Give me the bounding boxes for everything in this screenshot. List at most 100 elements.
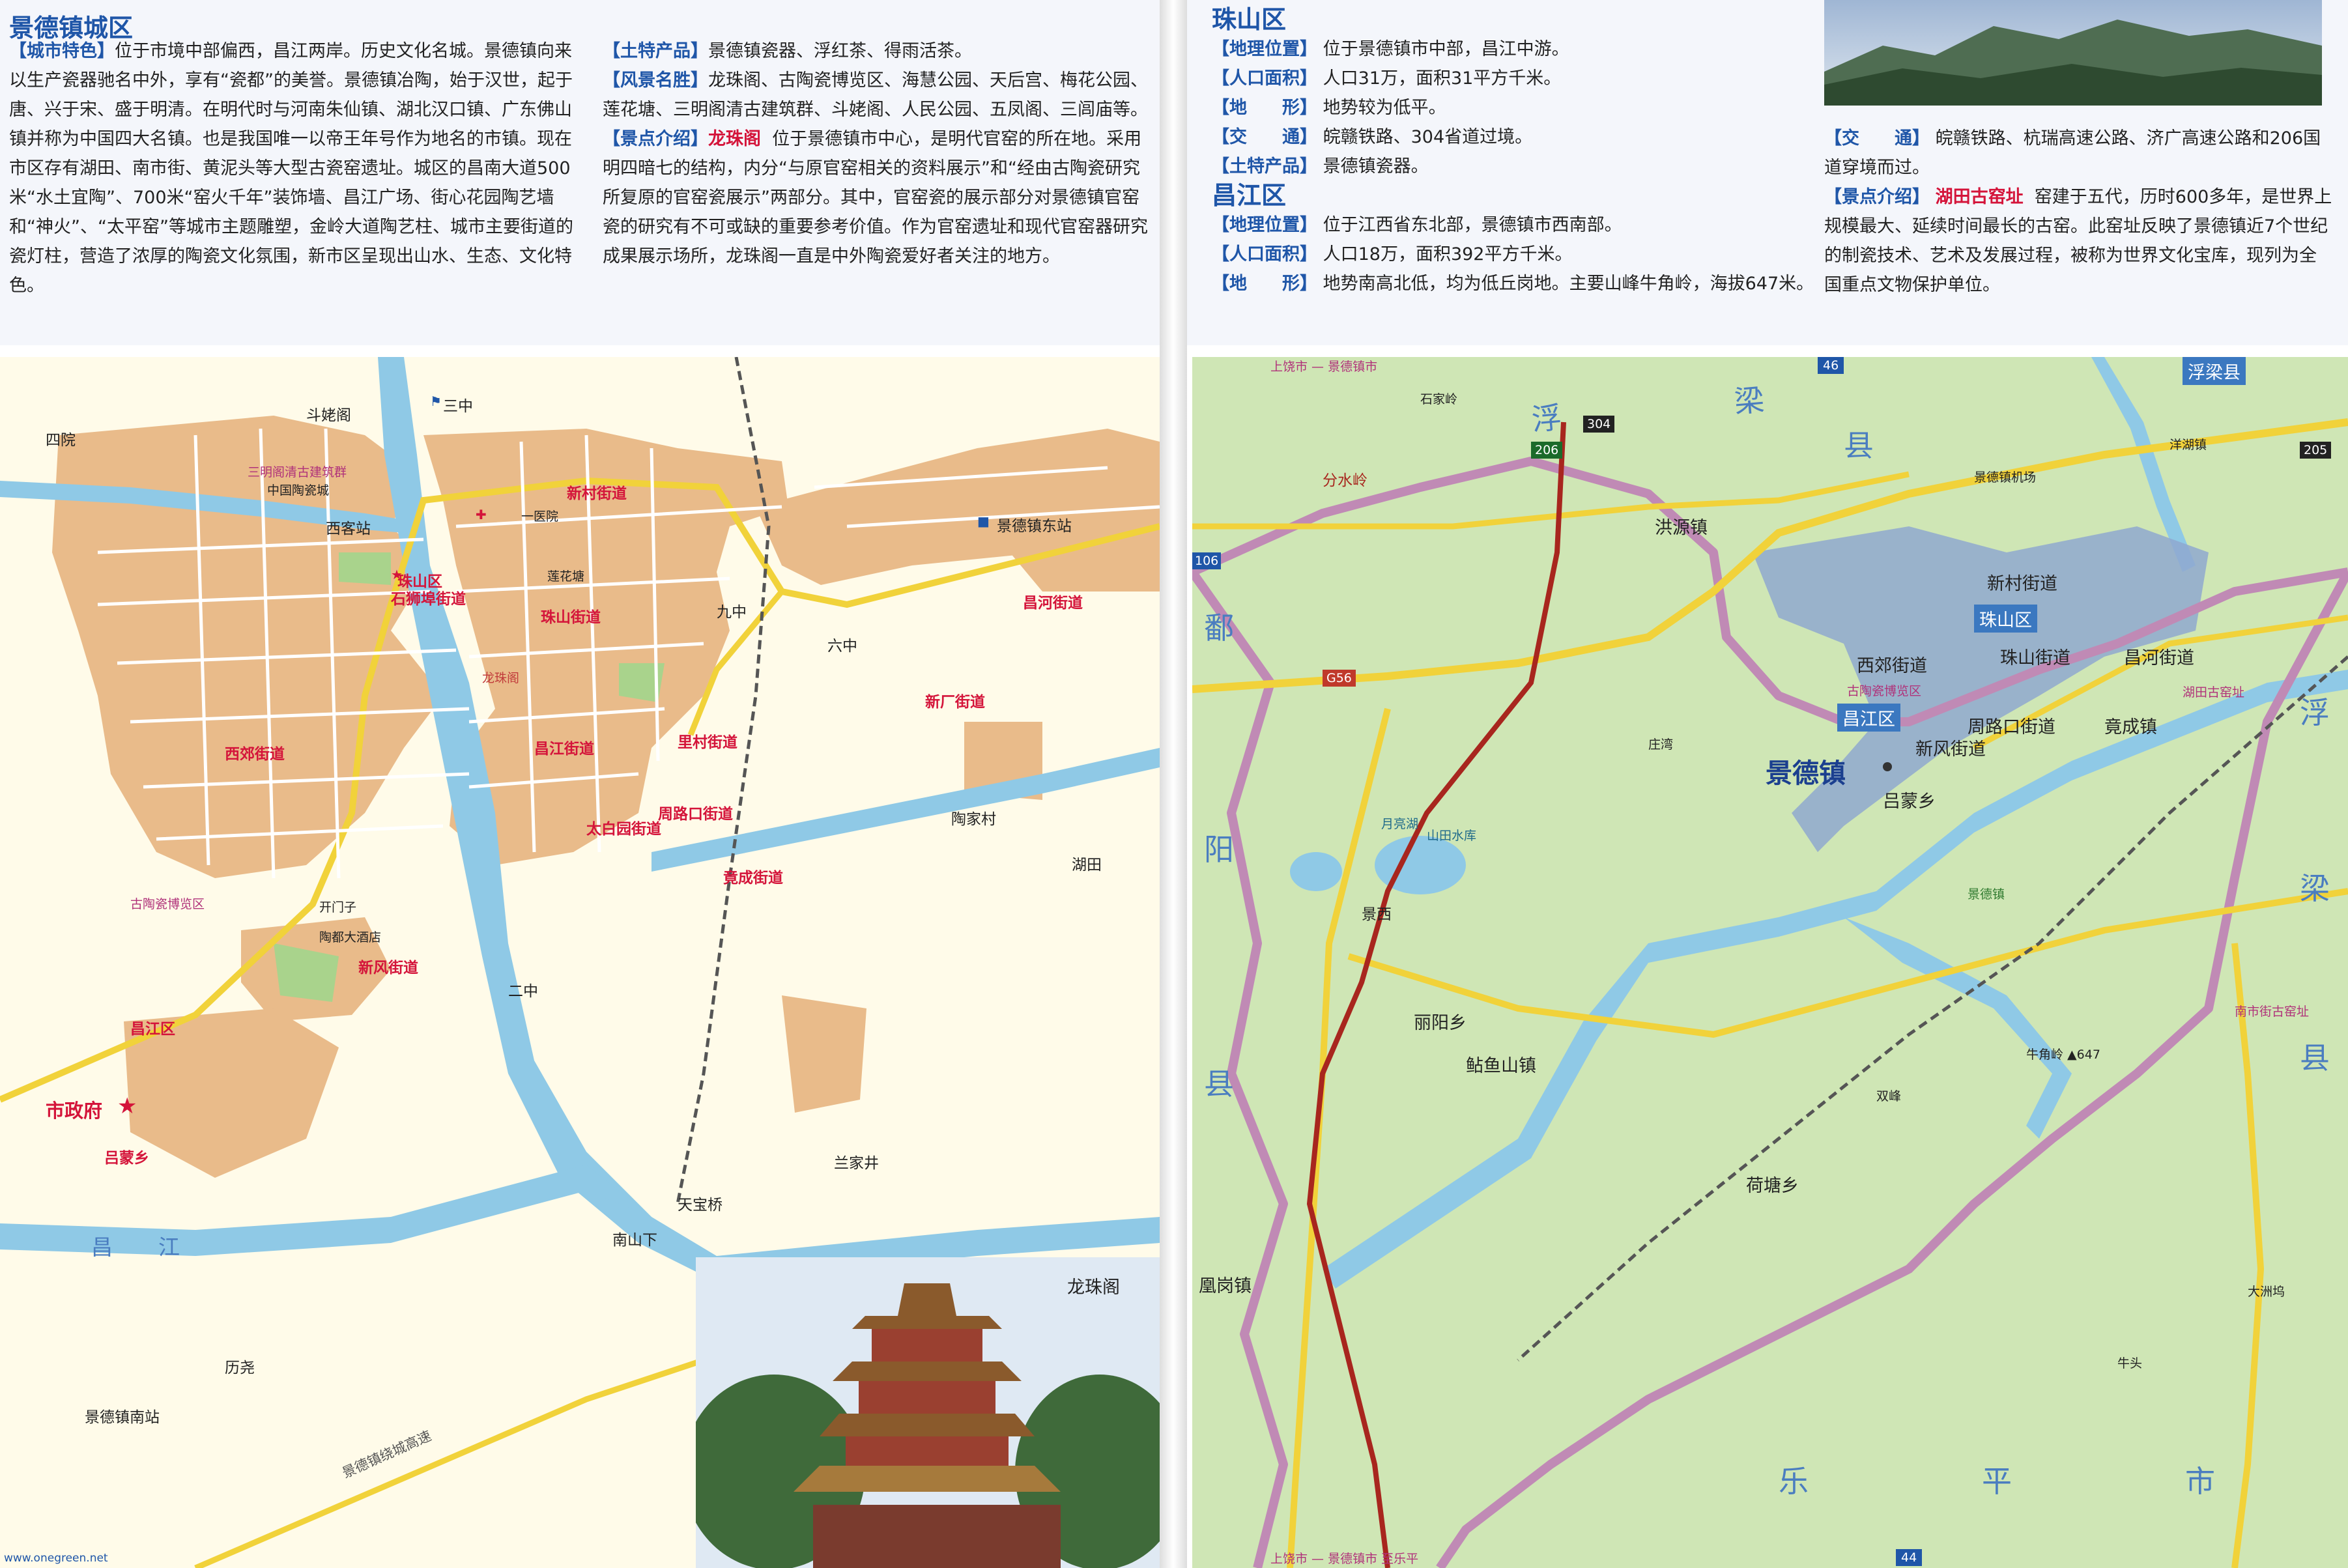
photo-caption: 龙珠阁 — [1067, 1277, 1120, 1298]
map-label: 鲇鱼山镇 — [1466, 1056, 1536, 1076]
map-label: 昌河街道 — [1023, 595, 1083, 612]
map-label: 景德镇南站 — [85, 1409, 160, 1426]
row-body: 地势较为低平。 — [1323, 98, 1446, 118]
map-label: 凰岗镇 — [1199, 1276, 1252, 1296]
map-label: 南市街古窑址 — [2235, 1005, 2310, 1019]
map-label: 山田水库 — [1427, 829, 1477, 843]
region-label: 县 — [2300, 1034, 2348, 1077]
watermark: www.onegreen.net — [4, 1552, 108, 1565]
map-label: 大洲坞 — [2248, 1285, 2285, 1299]
map-label: 石狮埠街道 — [391, 591, 466, 608]
left-col2: 【土特产品】景德镇瓷器、浮红茶、得雨活茶。 【风景名胜】龙珠阁、古陶瓷博览区、海… — [603, 36, 1150, 271]
map-label: 昌河街道 — [2124, 648, 2194, 668]
map-label: 湖田古窑址 — [2183, 685, 2245, 700]
map-label: 古陶瓷博览区 — [1847, 684, 1922, 698]
map-label: 西客站 — [326, 520, 371, 537]
row-body: 位于江西省东北部，景德镇市西南部。 — [1323, 215, 1622, 235]
zhushan-row: 【交 通】 皖赣铁路、304省道过境。 — [1212, 122, 1831, 152]
map-label: 珠山街道 — [541, 609, 601, 626]
row-tag: 【土特产品】 — [1212, 156, 1317, 177]
row-body: 景德镇瓷器。 — [1323, 156, 1429, 177]
hospital-icon: ✚ — [476, 507, 487, 522]
row-highlight: 龙珠阁 — [708, 129, 761, 149]
map-label: 洋湖镇 — [2169, 438, 2207, 452]
road-shield-g56: G56 — [1323, 670, 1356, 687]
right-col1: 珠山区 【地理位置】 位于景德镇市中部，昌江中游。 【人口面积】 人口31万，面… — [1212, 5, 1831, 298]
road-shield-46: 46 — [1818, 357, 1844, 374]
map-label: 市政府 — [46, 1100, 103, 1122]
changjiang-title: 昌江区 — [1212, 181, 1287, 210]
center-gutter — [1160, 0, 1187, 1568]
right-col2-row: 【景点介绍】 湖田古窑址 窑建于五代，历时600多年，是世界上规模最大、延续时间… — [1824, 182, 2332, 300]
city-label: 景德镇 — [1766, 758, 1846, 789]
map-label: 龙珠阁 — [482, 671, 520, 685]
map-label: 荷塘乡 — [1746, 1176, 1799, 1196]
region-label: 县 — [1204, 1066, 1306, 1102]
map-label: 石家岭 — [1420, 392, 1458, 406]
left-col2-row: 【景点介绍】龙珠阁 位于景德镇市中心，是明代官窑的所在地。采用明四暗七的结构，内… — [603, 124, 1150, 271]
map-label: 西郊街道 — [225, 746, 285, 763]
map-label: 新村街道 — [1987, 574, 2057, 594]
map-label: 分水岭 — [1323, 472, 1367, 489]
row-tag: 【交 通】 — [1824, 128, 1930, 149]
map-label: 周路口街道 — [658, 806, 733, 823]
expressway-red — [1306, 421, 1566, 1568]
map-label: 昌江区 — [130, 1021, 175, 1038]
map-label: 丽阳乡 — [1414, 1013, 1467, 1033]
left-col1: 【城市特色】位于市境中部偏西，昌江两岸。历史文化名城。景德镇向来以生产瓷器驰名中… — [9, 36, 576, 300]
map-label: 九中 — [717, 604, 747, 621]
zhushan-row: 【人口面积】 人口31万，面积31平方千米。 — [1212, 64, 1831, 93]
district-label: 珠山区 — [1974, 605, 2037, 633]
map-label: 里村街道 — [678, 734, 737, 751]
map-label: 竟成镇 — [2104, 717, 2157, 737]
map-label: 新厂街道 — [925, 694, 985, 711]
map-label: 莲花塘 — [547, 569, 585, 584]
row-tag: 【地 形】 — [1212, 274, 1317, 294]
region-label: 鄱 — [1204, 610, 1306, 646]
map-label: 吕蒙乡 — [104, 1150, 149, 1167]
map-label: 上饶市 — 景德镇市 至乐平 — [1270, 1552, 1419, 1566]
region-label: 浮 — [2300, 689, 2348, 732]
map-label: 西郊街道 — [1857, 656, 1927, 676]
map-label: 陶家村 — [951, 811, 996, 828]
map-label: 庄湾 — [1648, 737, 1674, 752]
row-highlight: 湖田古窑址 — [1935, 187, 2024, 207]
bus-icon: ■ — [977, 513, 990, 529]
row-tag: 【交 通】 — [1212, 127, 1317, 147]
row-tag: 【景点介绍】 — [603, 129, 708, 149]
map-label: 吕蒙乡 — [1883, 791, 1936, 812]
region-label: 乐 平 市 — [1779, 1464, 2287, 1499]
map-label: 开门子 — [319, 900, 357, 915]
road-shield-106: 106 — [1192, 552, 1222, 569]
row-tag: 【地理位置】 — [1212, 39, 1317, 59]
map-label: 历尧 — [225, 1360, 255, 1376]
left-col1-tag: 【城市特色】 — [9, 41, 115, 61]
mountain-photo — [1824, 0, 2322, 106]
longzhuge-photo: 龙珠阁 — [696, 1257, 1160, 1568]
row-body: 位于景德镇市中部，昌江中游。 — [1323, 39, 1569, 59]
map-label: 双峰 — [1876, 1089, 1902, 1104]
row-tag: 【地 形】 — [1212, 98, 1317, 118]
row-tag: 【人口面积】 — [1212, 244, 1317, 264]
map-label: 竟成街道 — [723, 870, 783, 887]
map-label: 二中 — [508, 983, 538, 1000]
district-label: 昌江区 — [1837, 704, 1900, 732]
row-body: 地势南高北低，均为低丘岗地。主要山峰牛角岭，海拔647米。 — [1323, 274, 1814, 294]
road-shield-304: 304 — [1583, 416, 1615, 433]
changjiang-row: 【地理位置】 位于江西省东北部，景德镇市西南部。 — [1212, 210, 1831, 240]
map-label: 上饶市 — 景德镇市 — [1270, 360, 1378, 374]
district-label: 浮梁县 — [2183, 357, 2246, 385]
map-label: 牛角岭 ▲647 — [2026, 1048, 2100, 1062]
map-label: 牛头 — [2117, 1356, 2143, 1371]
road-shield-44: 44 — [1896, 1549, 1923, 1566]
map-label: 洪源镇 — [1655, 518, 1708, 538]
map-label: 古陶瓷博览区 — [130, 897, 205, 911]
map-label: 四院 — [46, 432, 76, 449]
zhushan-title: 珠山区 — [1212, 5, 1287, 34]
map-label: 景德镇机场 — [1974, 470, 2037, 485]
row-tag: 【景点介绍】 — [1824, 187, 1930, 207]
map-label: 周路口街道 — [1968, 717, 2055, 737]
row-tag: 【人口面积】 — [1212, 68, 1317, 89]
region-label: 梁 — [2300, 865, 2348, 908]
row-tag: 【风景名胜】 — [603, 70, 708, 91]
